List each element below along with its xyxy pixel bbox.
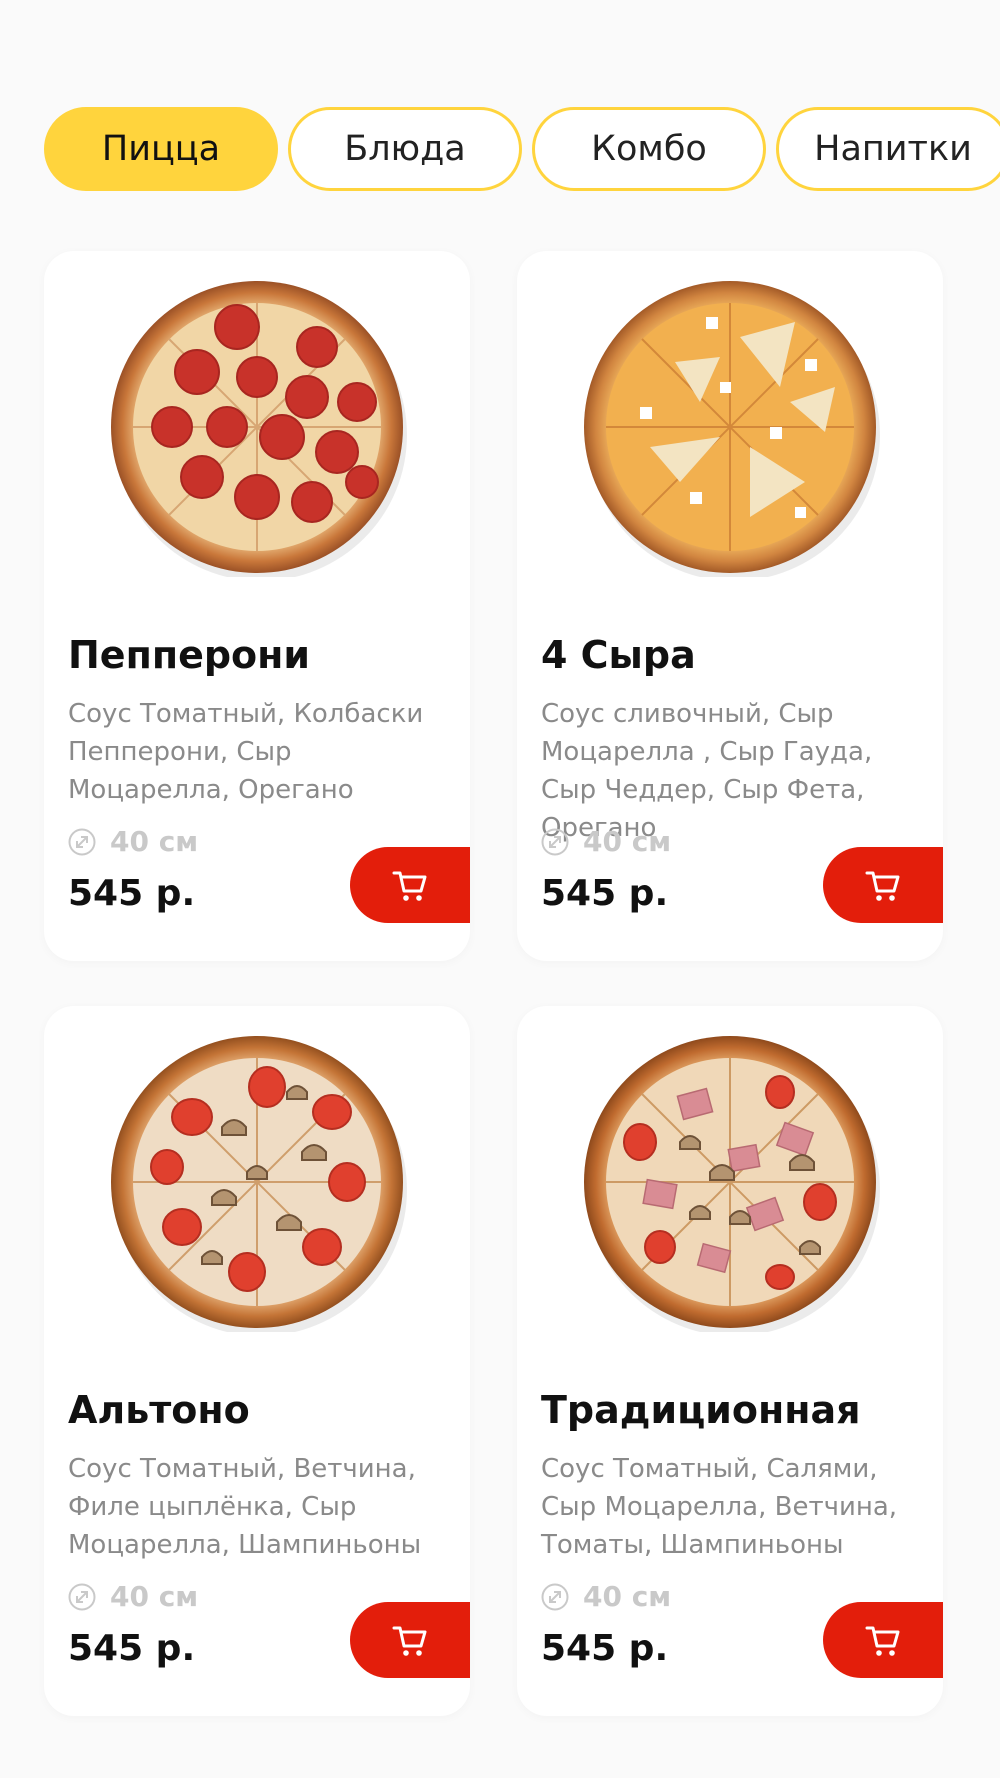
product-card[interactable]: Альтоно Соус Томатный, Ветчина, Филе цып… <box>44 1006 470 1716</box>
product-card[interactable]: Пепперони Соус Томатный, Колбаски Пеппер… <box>44 251 470 961</box>
size-label: 40 см <box>110 1580 199 1613</box>
product-price: 545 р. <box>541 873 669 914</box>
add-to-cart-button[interactable] <box>823 1602 943 1678</box>
tab-pizza[interactable]: Пицца <box>44 107 278 191</box>
product-price: 545 р. <box>68 873 196 914</box>
resize-icon <box>541 1583 569 1610</box>
resize-icon <box>541 828 569 855</box>
size-label: 40 см <box>583 825 672 858</box>
pizza-image <box>107 1032 407 1332</box>
product-card[interactable]: 4 Сыра Соус сливочный, Сыр Моцарелла , С… <box>517 251 943 961</box>
resize-icon <box>68 828 96 855</box>
product-grid: Пепперони Соус Томатный, Колбаски Пеппер… <box>44 251 943 1716</box>
four-cheese-pizza-image <box>584 281 880 577</box>
altono-pizza-image <box>111 1036 407 1332</box>
add-to-cart-button[interactable] <box>350 847 470 923</box>
product-size: 40 см <box>68 1580 198 1613</box>
cart-icon <box>392 871 427 901</box>
product-price: 545 р. <box>541 1628 669 1669</box>
product-size: 40 см <box>68 825 198 858</box>
menu-page: Пицца Блюда Комбо Напитки Пепперони Соус… <box>0 0 1000 1778</box>
product-name: 4 Сыра <box>541 633 696 677</box>
size-label: 40 см <box>583 1580 672 1613</box>
tab-dishes[interactable]: Блюда <box>288 107 522 191</box>
cart-icon <box>865 1626 900 1656</box>
product-card[interactable]: Традиционная Соус Томатный, Салями, Сыр … <box>517 1006 943 1716</box>
pizza-image <box>580 277 880 577</box>
product-name: Традиционная <box>541 1388 861 1432</box>
cart-icon <box>865 871 900 901</box>
product-description: Соус Томатный, Салями, Сыр Моцарелла, Ве… <box>541 1454 898 1560</box>
product-price: 545 р. <box>68 1628 196 1669</box>
product-size: 40 см <box>541 825 671 858</box>
size-label: 40 см <box>110 825 199 858</box>
traditional-pizza-image <box>584 1036 880 1332</box>
tab-drinks[interactable]: Напитки <box>776 107 1000 191</box>
cart-icon <box>392 1626 427 1656</box>
category-tabs: Пицца Блюда Комбо Напитки <box>44 107 1000 191</box>
product-description: Соус Томатный, Колбаски Пепперони, Сыр М… <box>68 699 424 805</box>
add-to-cart-button[interactable] <box>823 847 943 923</box>
product-name: Альтоно <box>68 1388 250 1432</box>
pizza-image <box>580 1032 880 1332</box>
product-size: 40 см <box>541 1580 671 1613</box>
tab-combo[interactable]: Комбо <box>532 107 766 191</box>
pepperoni-pizza-image <box>111 281 407 577</box>
product-description: Соус Томатный, Ветчина, Филе цыплёнка, С… <box>68 1454 422 1560</box>
product-name: Пепперони <box>68 633 311 677</box>
pizza-image <box>107 277 407 577</box>
add-to-cart-button[interactable] <box>350 1602 470 1678</box>
resize-icon <box>68 1583 96 1610</box>
